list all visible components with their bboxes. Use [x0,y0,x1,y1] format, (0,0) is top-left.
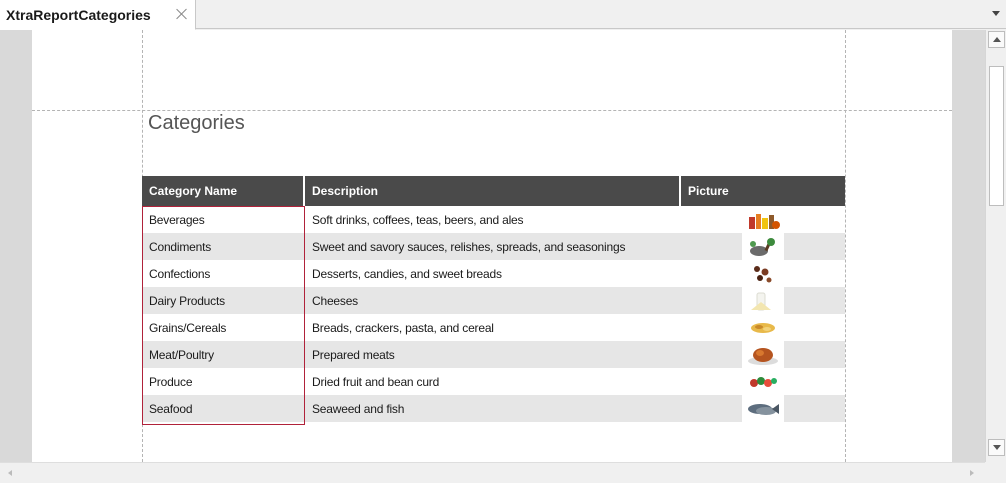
table-row[interactable]: Dairy Products Cheeses [142,287,845,314]
arrow-down-icon [992,445,1001,450]
scroll-right-button[interactable] [965,466,979,480]
picture-cell[interactable] [681,368,845,395]
header-description[interactable]: Description [305,176,681,206]
category-name-cell[interactable]: Confections [142,260,305,287]
description-cell[interactable]: Soft drinks, coffees, teas, beers, and a… [305,206,681,233]
category-name-cell[interactable]: Condiments [142,233,305,260]
horizontal-scrollbar[interactable] [0,462,985,483]
table-row[interactable]: Meat/Poultry Prepared meats [142,341,845,368]
header-category-name[interactable]: Category Name [142,176,305,206]
category-name-cell[interactable]: Seafood [142,395,305,422]
arrow-left-icon [8,470,12,476]
picture-cell[interactable] [681,314,845,341]
description-cell[interactable]: Dried fruit and bean curd [305,368,681,395]
report-page[interactable]: Categories Category Name Description Pic… [32,30,952,462]
scrollbar-corner [985,462,1006,483]
dairy-image [742,287,784,314]
arrow-up-icon [992,37,1001,42]
condiments-image [742,233,784,260]
grains-image [742,314,784,341]
picture-cell[interactable] [681,287,845,314]
close-icon[interactable] [176,8,188,20]
produce-image [742,368,784,395]
picture-cell[interactable] [681,395,845,422]
tab-xtrareportcategories[interactable]: XtraReportCategories [0,0,196,30]
meat-image [742,341,784,368]
table-header-row: Category Name Description Picture [142,176,845,206]
picture-cell[interactable] [681,260,845,287]
tab-title: XtraReportCategories [6,6,151,23]
category-name-cell[interactable]: Beverages [142,206,305,233]
description-cell[interactable]: Seaweed and fish [305,395,681,422]
table-row[interactable]: Beverages Soft drinks, coffees, teas, be… [142,206,845,233]
description-cell[interactable]: Breads, crackers, pasta, and cereal [305,314,681,341]
table-row[interactable]: Produce Dried fruit and bean curd [142,368,845,395]
description-cell[interactable]: Cheeses [305,287,681,314]
vertical-scrollbar[interactable] [985,30,1006,462]
category-name-cell[interactable]: Dairy Products [142,287,305,314]
header-picture[interactable]: Picture [681,176,845,206]
category-name-cell[interactable]: Grains/Cereals [142,314,305,341]
seafood-image [742,395,784,422]
beverages-image [742,206,784,233]
categories-table[interactable]: Category Name Description Picture Bevera… [142,176,845,422]
chevron-down-icon[interactable] [992,11,1000,16]
picture-cell[interactable] [681,206,845,233]
category-name-cell[interactable]: Meat/Poultry [142,341,305,368]
table-row[interactable]: Grains/Cereals Breads, crackers, pasta, … [142,314,845,341]
table-row[interactable]: Confections Desserts, candies, and sweet… [142,260,845,287]
arrow-right-icon [970,470,974,476]
margin-guide-right [845,30,846,462]
scroll-up-button[interactable] [988,31,1005,48]
category-name-cell[interactable]: Produce [142,368,305,395]
table-row[interactable]: Seafood Seaweed and fish [142,395,845,422]
scroll-down-button[interactable] [988,439,1005,456]
description-cell[interactable]: Sweet and savory sauces, relishes, sprea… [305,233,681,260]
band-guide-top [32,110,952,111]
document-tab-strip: XtraReportCategories [0,0,1006,30]
picture-cell[interactable] [681,233,845,260]
picture-cell[interactable] [681,341,845,368]
confections-image [742,260,784,287]
report-designer-window: XtraReportCategories Categories Category… [0,0,1006,483]
scroll-left-button[interactable] [3,466,17,480]
vertical-scroll-thumb[interactable] [989,66,1004,206]
table-row[interactable]: Condiments Sweet and savory sauces, reli… [142,233,845,260]
design-surface[interactable]: Categories Category Name Description Pic… [0,30,985,462]
description-cell[interactable]: Desserts, candies, and sweet breads [305,260,681,287]
description-cell[interactable]: Prepared meats [305,341,681,368]
report-title[interactable]: Categories [148,112,245,135]
